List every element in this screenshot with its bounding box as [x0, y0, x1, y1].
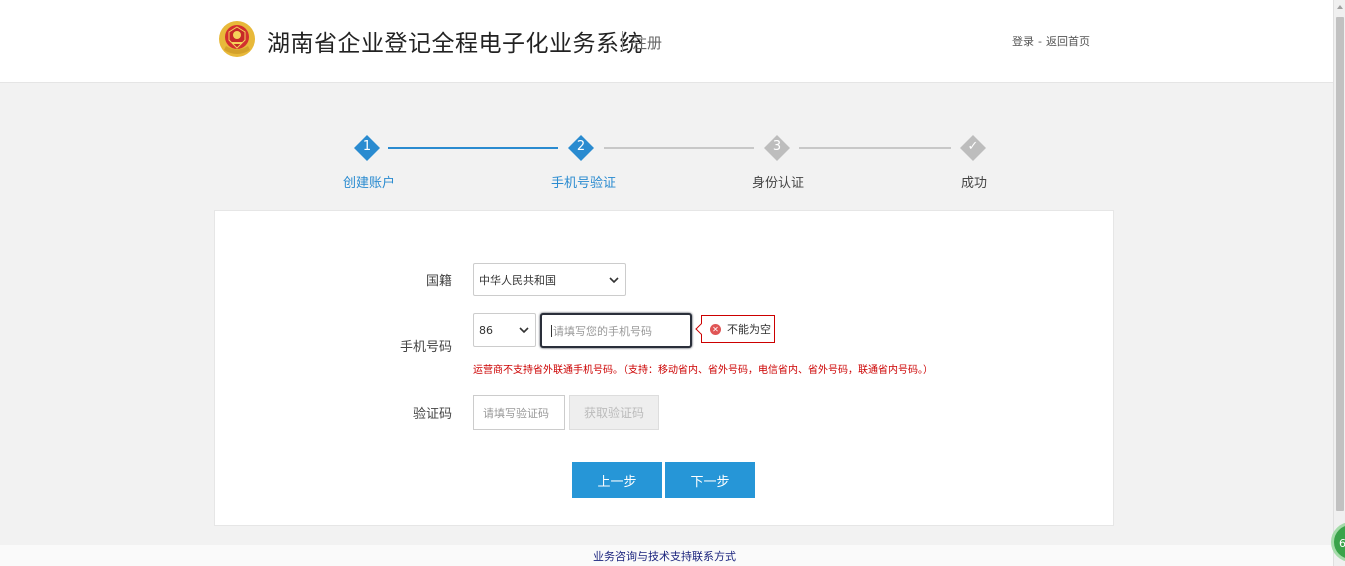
code-input[interactable]: 请填写验证码 [473, 395, 565, 430]
title-divider [622, 31, 623, 52]
code-placeholder: 请填写验证码 [483, 406, 549, 420]
step-connector-3 [799, 147, 951, 149]
phone-placeholder: 请填写您的手机号码 [553, 324, 652, 338]
get-code-button[interactable]: 获取验证码 [569, 395, 659, 430]
chevron-down-icon [519, 327, 529, 334]
step-label-4: 成功 [961, 176, 988, 191]
phone-label: 手机号码 [399, 340, 452, 355]
login-link[interactable]: 登录 [1012, 35, 1034, 48]
check-icon: ✓ [967, 139, 979, 154]
header: 湖南省企业登记全程电子化业务系统 注册 登录 - 返回首页 [0, 0, 1333, 83]
nationality-select[interactable]: 中华人民共和国 [473, 263, 626, 296]
page-subtitle: 注册 [632, 34, 663, 52]
top-links: 登录 - 返回首页 [1012, 33, 1090, 49]
step-marker-1: 1 [353, 134, 381, 162]
scrollbar-thumb[interactable] [1336, 17, 1344, 511]
error-icon: ✕ [710, 323, 721, 335]
home-link[interactable]: 返回首页 [1046, 35, 1090, 48]
step-marker-4: ✓ [959, 134, 987, 162]
step-number-3: 3 [772, 139, 782, 154]
phone-hint: 运营商不支持省外联通手机号码。（支持：移动省内、省外号码，电信省内、省外号码，联… [473, 365, 933, 376]
contact-link[interactable]: 业务咨询与技术支持联系方式 [593, 548, 736, 564]
step-marker-3: 3 [763, 134, 791, 162]
chevron-down-icon [609, 276, 619, 283]
step-connector-2 [604, 147, 754, 149]
step-number-2: 2 [576, 139, 586, 154]
next-button[interactable]: 下一步 [665, 462, 755, 498]
prev-button[interactable]: 上一步 [572, 462, 662, 498]
site-title: 湖南省企业登记全程电子化业务系统 [267, 31, 643, 57]
code-label: 验证码 [412, 407, 452, 422]
text-caret [551, 324, 552, 337]
phone-input[interactable]: 请填写您的手机号码 [540, 313, 692, 348]
nationality-value: 中华人民共和国 [479, 273, 556, 287]
footer: 业务咨询与技术支持联系方式 [0, 545, 1333, 566]
emblem-logo-icon [219, 21, 255, 57]
step-label-3: 身份认证 [752, 176, 805, 191]
step-marker-2: 2 [567, 134, 595, 162]
step-label-2: 手机号验证 [551, 176, 617, 191]
country-code-value: 86 [479, 323, 493, 337]
step-label-1: 创建账户 [343, 176, 396, 191]
phone-error-tooltip: ✕ 不能为空 [695, 315, 775, 343]
step-number-1: 1 [362, 139, 372, 154]
vertical-scrollbar[interactable] [1333, 0, 1345, 566]
phone-error-text: 不能为空 [727, 323, 771, 336]
country-code-select[interactable]: 86 [473, 313, 536, 347]
scroll-up-icon[interactable] [1337, 5, 1343, 9]
nationality-label: 国籍 [425, 274, 452, 289]
link-separator: - [1038, 35, 1042, 48]
progress-steps: 1 2 3 ✓ 创建账户 手机号验证 身份认证 成功 [0, 130, 1333, 200]
step-connector-1 [388, 147, 558, 149]
